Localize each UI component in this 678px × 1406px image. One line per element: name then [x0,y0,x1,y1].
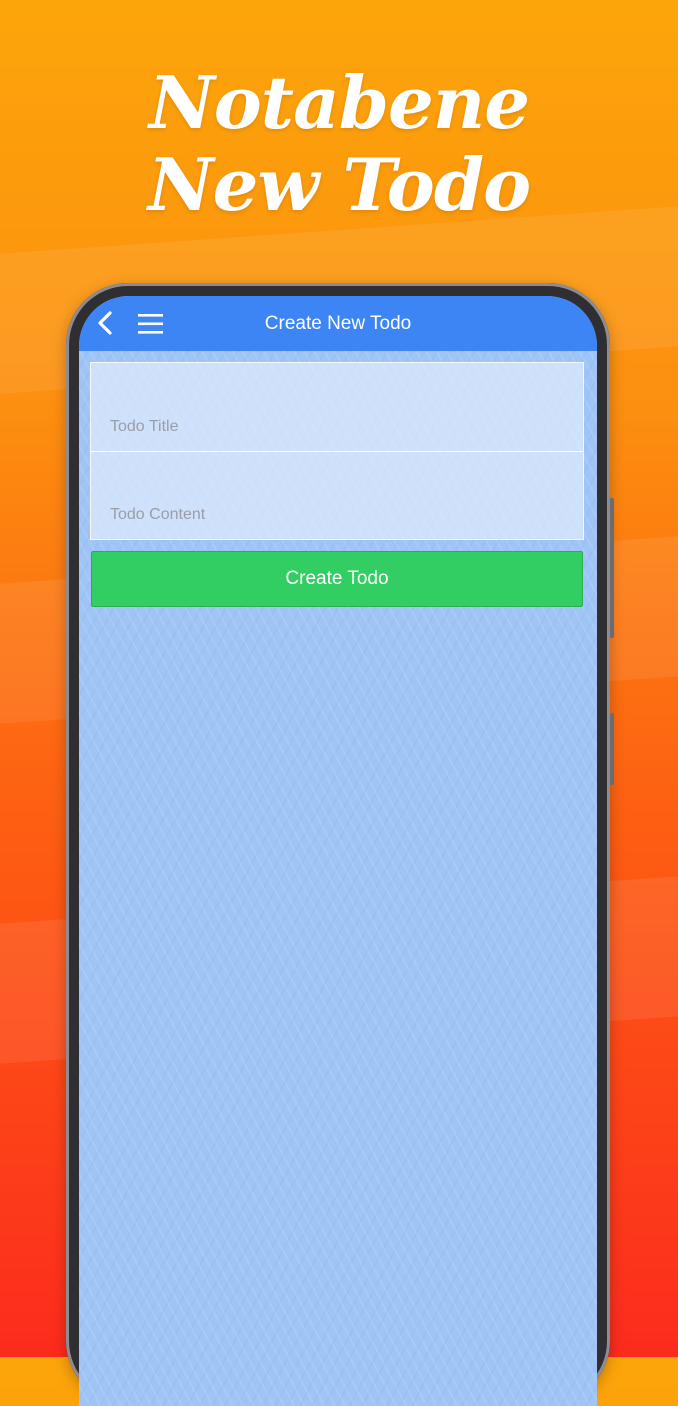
create-todo-button[interactable]: Create Todo [91,551,583,607]
power-button [610,713,614,785]
volume-button [610,498,614,638]
app-header: Create New Todo [79,296,597,351]
todo-content-input[interactable] [91,497,583,539]
app-screen: Create New Todo Create Todo [79,296,597,1406]
todo-title-input[interactable] [91,409,583,451]
todo-content-field-wrapper [91,451,583,539]
promo-title-line-1: Notabene [148,60,530,145]
promo-title: Notabene New Todo [0,62,678,226]
promo-title-line-2: New Todo [147,142,531,227]
todo-form [90,362,584,540]
todo-title-field-wrapper [91,363,583,451]
phone-frame: Create New Todo Create Todo [66,283,614,1406]
page-title: Create New Todo [264,313,412,334]
